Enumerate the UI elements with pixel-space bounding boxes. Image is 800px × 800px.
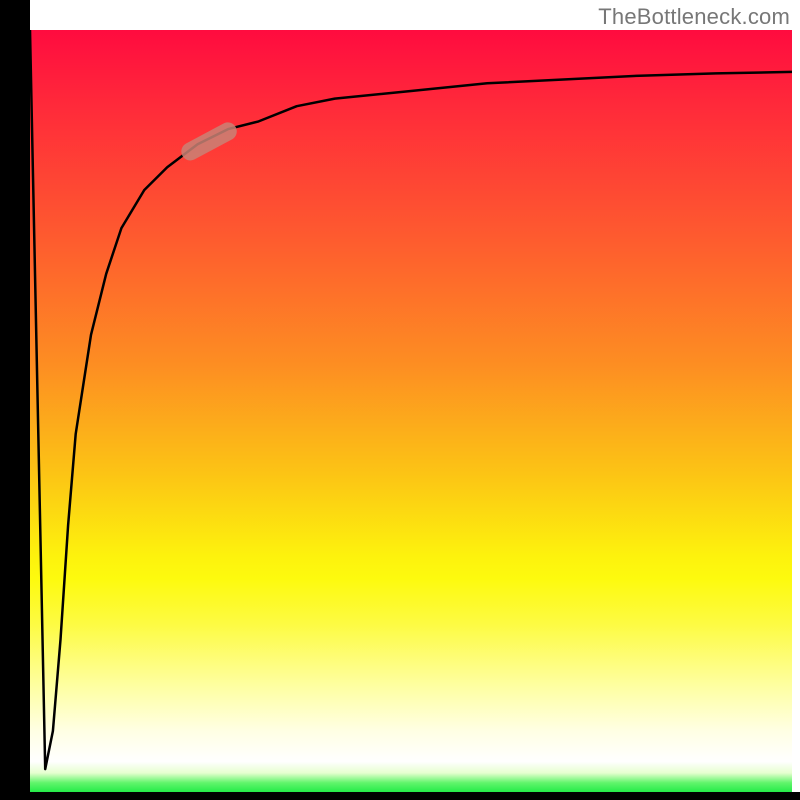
y-axis [0,0,30,792]
watermark-text: TheBottleneck.com [598,4,790,30]
plot-area [30,30,792,792]
chart-container: TheBottleneck.com [0,0,800,800]
x-axis [0,792,800,800]
